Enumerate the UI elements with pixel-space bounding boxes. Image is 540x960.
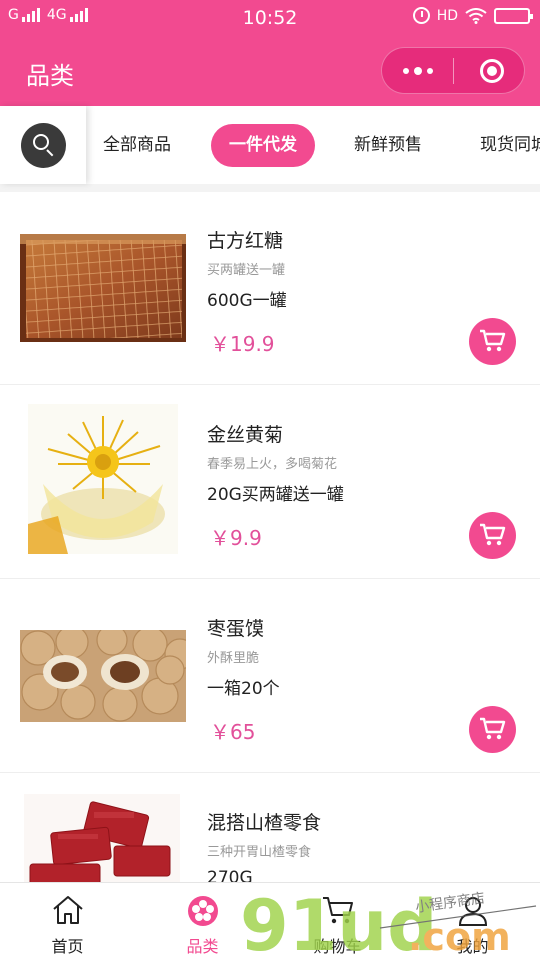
product-item[interactable]: 枣蛋馍 外酥里脆 一箱20个 ￥65 <box>0 580 540 773</box>
cart-icon <box>480 717 506 740</box>
cart-icon <box>480 523 506 546</box>
product-image[interactable] <box>20 630 186 722</box>
tab-all-products[interactable]: 全部商品 <box>103 124 171 167</box>
status-icons: HD <box>412 7 533 24</box>
status-bar: G 4G 10:52 HD <box>0 0 540 36</box>
product-spec: 270G <box>207 868 253 882</box>
cart-icon <box>322 897 353 924</box>
more-dots-icon[interactable] <box>382 48 454 93</box>
product-spec: 600G一罐 <box>207 291 287 311</box>
add-to-cart-button[interactable] <box>469 512 516 559</box>
category-tabs: 全部商品 一件代发 新鲜预售 现货同城 <box>0 106 540 184</box>
flower-icon <box>187 896 218 926</box>
nav-category[interactable]: 品类 <box>135 883 270 960</box>
tab-presale[interactable]: 新鲜预售 <box>354 124 422 167</box>
wifi-icon <box>465 7 487 24</box>
page-title: 品类 <box>26 62 74 90</box>
product-subtitle: 外酥里脆 <box>207 651 260 666</box>
tab-local-stock[interactable]: 现货同城 <box>480 124 540 167</box>
product-item[interactable]: 金丝黄菊 春季易上火，多喝菊花 20G买两罐送一罐 ￥9.9 <box>0 386 540 579</box>
nav-cart[interactable]: 购物车 <box>270 883 405 960</box>
user-icon <box>458 897 487 926</box>
nav-category-label: 品类 <box>186 937 219 956</box>
title-bar: 品类 <box>0 36 540 106</box>
bottom-nav: 首页 品类 购物车 我的 <box>0 882 540 960</box>
product-spec: 20G买两罐送一罐 <box>207 485 344 505</box>
product-image[interactable] <box>28 404 178 554</box>
search-icon <box>33 134 49 150</box>
divider-band <box>0 184 540 192</box>
product-name: 古方红糖 <box>207 230 284 252</box>
miniprogram-capsule <box>381 47 525 94</box>
search-button[interactable] <box>21 123 66 168</box>
alarm-icon <box>412 7 430 24</box>
hd-label: HD <box>436 7 458 24</box>
product-subtitle: 三种开胃山楂零食 <box>207 845 312 860</box>
tab-dropship[interactable]: 一件代发 <box>211 124 315 167</box>
target-close-icon[interactable] <box>480 59 504 83</box>
battery-icon <box>494 7 533 24</box>
search-icon-handle <box>46 149 54 157</box>
app-screen: G 4G 10:52 HD 品类 全部商品 一件代发 新鲜预售 现货同城 古方红… <box>0 0 540 960</box>
product-name: 混搭山楂零食 <box>207 812 322 834</box>
nav-home-label: 首页 <box>51 937 84 956</box>
product-image[interactable] <box>20 234 186 342</box>
add-to-cart-button[interactable] <box>469 706 516 753</box>
nav-profile[interactable]: 我的 <box>405 883 540 960</box>
product-price: ￥19.9 <box>210 332 275 356</box>
product-price: ￥65 <box>210 720 256 744</box>
product-item[interactable]: 混搭山楂零食 三种开胃山楂零食 270G <box>0 774 540 882</box>
product-name: 金丝黄菊 <box>207 424 284 446</box>
product-subtitle: 春季易上火，多喝菊花 <box>207 457 338 472</box>
add-to-cart-button[interactable] <box>469 318 516 365</box>
product-spec: 一箱20个 <box>207 679 280 699</box>
nav-cart-label: 购物车 <box>313 937 362 956</box>
product-list: 古方红糖 买两罐送一罐 600G一罐 ￥19.9 金丝黄菊 春季易上火，多喝菊花… <box>0 192 540 882</box>
product-subtitle: 买两罐送一罐 <box>207 263 286 278</box>
search-area <box>0 106 86 184</box>
capsule-divider <box>453 58 454 84</box>
home-icon <box>52 896 83 924</box>
product-item[interactable]: 古方红糖 买两罐送一罐 600G一罐 ￥19.9 <box>0 192 540 385</box>
product-price: ￥9.9 <box>210 526 262 550</box>
cart-icon <box>480 329 506 352</box>
nav-profile-label: 我的 <box>456 937 489 956</box>
product-name: 枣蛋馍 <box>207 618 265 640</box>
nav-home[interactable]: 首页 <box>0 883 135 960</box>
product-image[interactable] <box>24 794 180 882</box>
